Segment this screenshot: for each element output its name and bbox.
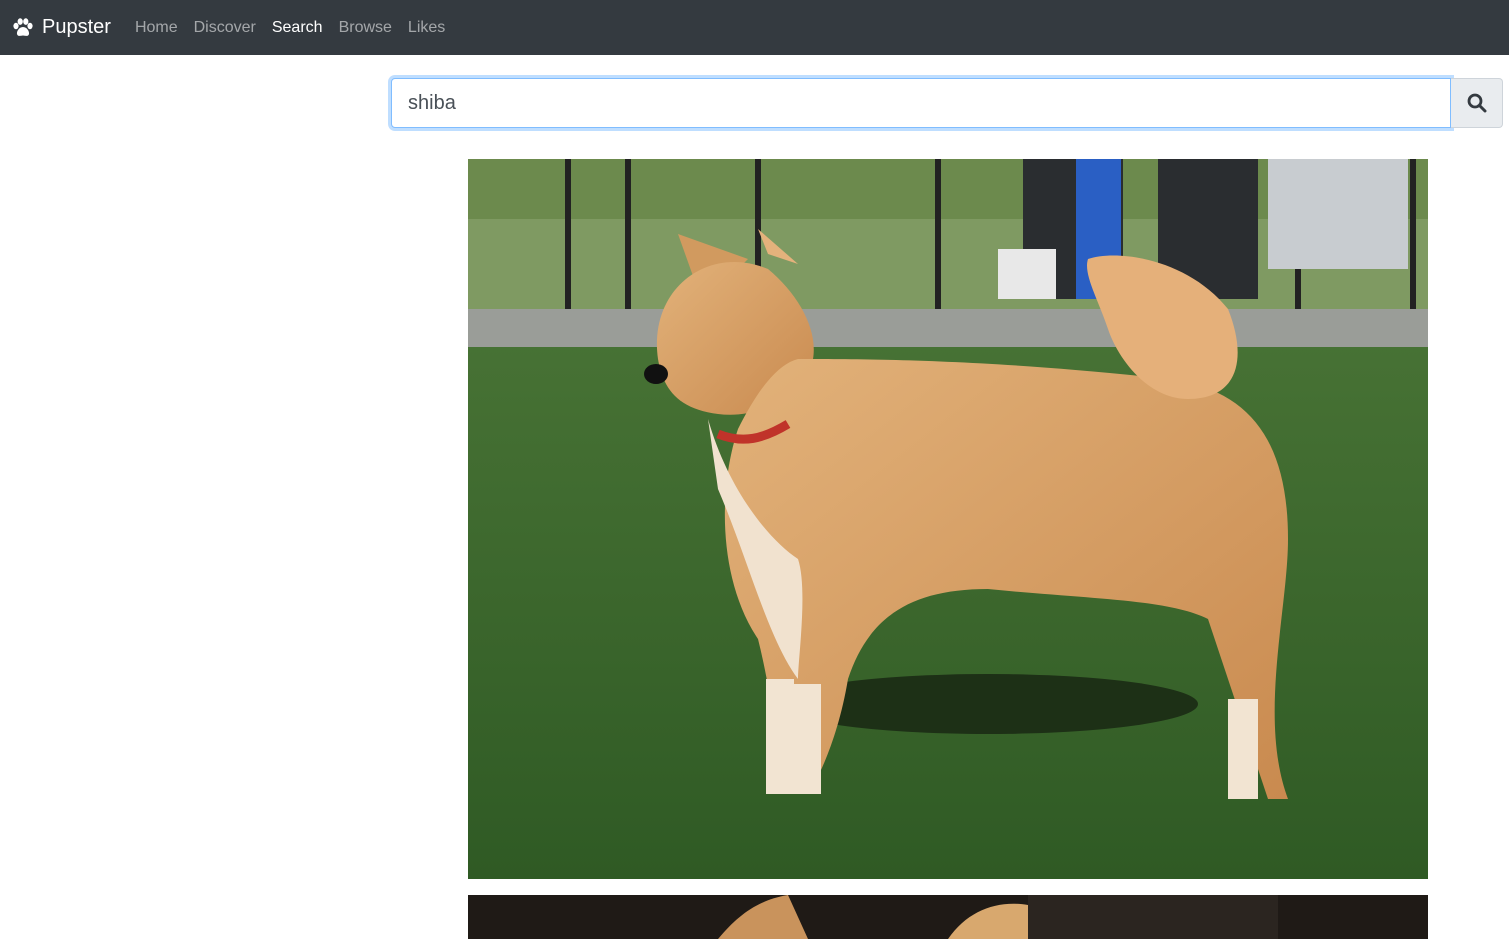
nav-home[interactable]: Home (135, 19, 178, 37)
nav-browse[interactable]: Browse (339, 19, 392, 37)
shiba-inu-photo-2 (468, 895, 1428, 939)
search-icon (1467, 93, 1486, 113)
nav-search[interactable]: Search (272, 19, 323, 37)
search-form (391, 78, 1503, 128)
nav-discover[interactable]: Discover (194, 19, 256, 37)
brand-name: Pupster (42, 16, 111, 38)
brand-link[interactable]: Pupster (12, 16, 111, 39)
search-button[interactable] (1451, 78, 1503, 128)
dog-photo-2 (468, 895, 1428, 939)
dog-photo (468, 159, 1428, 879)
shiba-inu-photo (468, 159, 1428, 879)
search-input[interactable] (391, 78, 1451, 128)
navbar: Pupster Home Discover Search Browse Like… (0, 0, 1509, 55)
nav-likes[interactable]: Likes (408, 19, 445, 37)
paw-icon (12, 17, 34, 38)
nav-links: Home Discover Search Browse Likes (135, 19, 461, 37)
